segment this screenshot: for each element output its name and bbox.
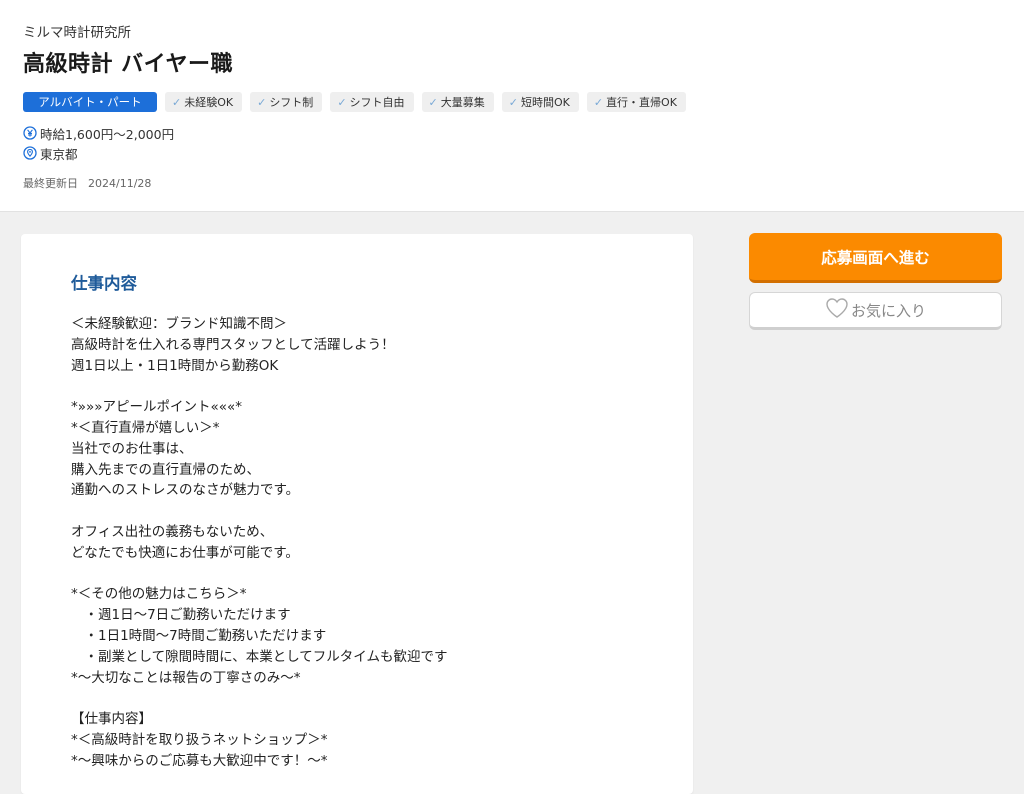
description-line: ・1日1時間〜7時間ご勤務いただけます — [71, 627, 327, 644]
description-line — [71, 501, 693, 522]
updated-date: 2024/11/28 — [88, 177, 152, 190]
description-line: ・副業として隙間時間に、本業としてフルタイムも歓迎です — [71, 648, 448, 665]
tag-item: ✓ シフト制 — [250, 92, 323, 112]
tag-list: アルバイト・パート ✓ 未経験OK ✓ シフト制 ✓ シフト自由 ✓ 大量募集 … — [23, 92, 1024, 112]
section-title: 仕事内容 — [71, 274, 137, 293]
description-body: ＜未経験歓迎：ブランド知識不問＞ 高級時計を仕入れる専門スタッフとして活躍しよう！… — [71, 314, 693, 772]
description-line: オフィス出社の義務もないため、 — [71, 523, 274, 540]
description-line: *〜興味からのご応募も大歓迎中です！〜* — [71, 752, 328, 769]
description-line: どなたでも快適にお仕事が可能です。 — [71, 544, 299, 561]
tag-item: ✓ 未経験OK — [165, 92, 243, 112]
tag-label: 未経験OK — [184, 96, 234, 109]
tag-item: ✓ 短時間OK — [501, 92, 579, 112]
description-line: 当社でのお仕事は、 — [71, 440, 193, 457]
yen-icon — [23, 126, 37, 140]
check-icon: ✓ — [593, 95, 604, 109]
description-line: 週1日以上・1日1時間から勤務OK — [71, 357, 279, 374]
updated-label: 最終更新日 — [23, 177, 78, 190]
description-line — [71, 564, 693, 585]
description-line: *＜高級時計を取り扱うネットショップ＞* — [71, 731, 328, 748]
job-title: 高級時計 バイヤー職 — [23, 52, 233, 77]
favorite-button-label: お気に入り — [850, 301, 926, 320]
description-line: 【仕事内容】 — [71, 711, 152, 728]
tag-label: 大量募集 — [440, 96, 485, 109]
company-name[interactable]: ミルマ時計研究所 — [23, 24, 1024, 42]
location-text: 東京都 — [40, 146, 78, 162]
tag-label: 直行・直帰OK — [606, 96, 677, 109]
heart-outline-icon — [825, 297, 851, 323]
employment-type-badge: アルバイト・パート — [23, 92, 157, 112]
apply-button[interactable]: 応募画面へ進む — [749, 233, 1002, 283]
description-line: *＜その他の魅力はこちら＞* — [71, 586, 247, 603]
salary-text: 時給1,600円〜2,000円 — [40, 126, 175, 142]
tag-label: シフト自由 — [349, 96, 405, 109]
job-description-card: 仕事内容 ＜未経験歓迎：ブランド知識不問＞ 高級時計を仕入れる専門スタッフとして活… — [21, 234, 693, 794]
location-row: 東京都 — [23, 143, 1024, 163]
check-icon: ✓ — [337, 95, 347, 109]
description-line: *＜直行直帰が嬉しい＞* — [71, 419, 220, 436]
apply-button-label: 応募画面へ進む — [821, 248, 930, 267]
description-line: ・週1日〜7日ご勤務いただけます — [71, 607, 291, 624]
check-icon: ✓ — [428, 95, 438, 109]
location-pin-icon — [23, 146, 37, 160]
description-line: *»»»アピールポイント«««* — [71, 399, 243, 416]
check-icon: ✓ — [508, 95, 518, 109]
check-icon: ✓ — [172, 95, 182, 109]
tag-item: ✓ 大量募集 — [421, 92, 494, 112]
tag-label: シフト制 — [269, 96, 314, 109]
description-line: 高級時計を仕入れる専門スタッフとして活躍しよう！ — [71, 336, 395, 353]
last-updated: 最終更新日 2024/11/28 — [23, 175, 1024, 191]
check-icon: ✓ — [257, 95, 267, 109]
job-header: ミルマ時計研究所 高級時計 バイヤー職 アルバイト・パート ✓ 未経験OK ✓ … — [0, 0, 1024, 212]
tag-label: 短時間OK — [520, 96, 570, 109]
description-line: ＜未経験歓迎：ブランド知識不問＞ — [71, 316, 287, 332]
salary-row: 時給1,600円〜2,000円 — [23, 123, 1024, 143]
description-line — [71, 376, 693, 397]
description-line: 通勤へのストレスのなさが魅力です。 — [71, 482, 300, 499]
description-line: 購入先までの直行直帰のため、 — [71, 461, 260, 478]
description-line: *〜大切なことは報告の丁寧さのみ〜* — [71, 669, 301, 686]
tag-item: ✓ 直行・直帰OK — [586, 92, 686, 112]
favorite-button[interactable]: お気に入り — [749, 292, 1002, 330]
tag-item: ✓ シフト自由 — [330, 92, 414, 112]
description-line — [71, 688, 693, 709]
